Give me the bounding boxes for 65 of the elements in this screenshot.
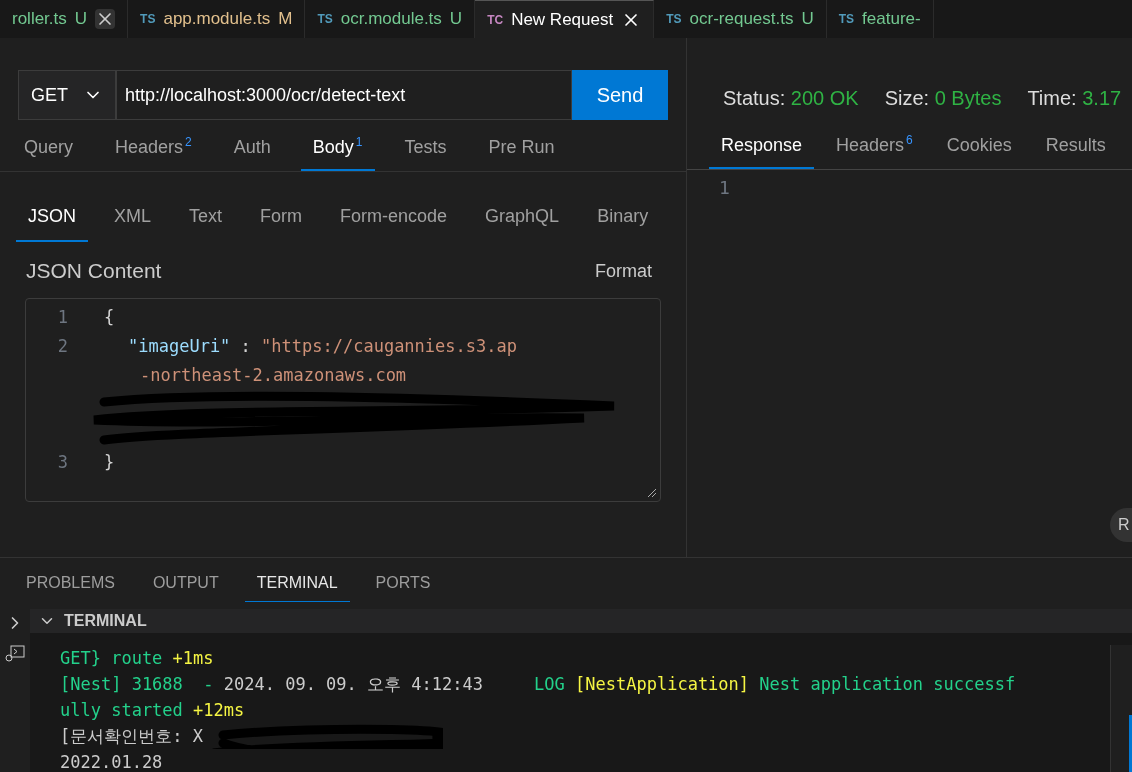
panel-tab[interactable]: OUTPUT: [140, 565, 231, 602]
line-number: 1: [718, 176, 731, 200]
line-number: 1: [56, 306, 68, 329]
file-type-icon: TC: [487, 11, 504, 28]
tab-label: feature-: [862, 8, 921, 31]
tab[interactable]: Auth: [221, 126, 283, 171]
file-type-icon: TS: [838, 11, 855, 27]
tab[interactable]: Binary: [585, 192, 661, 242]
size-text: Size: 0 Bytes: [884, 86, 1002, 111]
tab-label: ocr.module.ts: [340, 8, 442, 31]
tab[interactable]: JSON: [16, 192, 88, 242]
tab-label: roller.ts: [12, 8, 67, 31]
editor-tab[interactable]: TC New Request: [475, 0, 655, 38]
terminal-icon[interactable]: [5, 645, 25, 663]
method-select[interactable]: GET: [18, 70, 116, 120]
scrollbar[interactable]: [1110, 645, 1132, 772]
tab[interactable]: Results: [1033, 124, 1118, 169]
tab[interactable]: Headers$^{2}$: [103, 126, 204, 171]
panel-tab[interactable]: PROBLEMS: [14, 565, 127, 602]
tab[interactable]: Form-encode: [328, 192, 460, 242]
terminal-line: 2022.01.28: [60, 751, 163, 772]
code-brace: {: [104, 306, 115, 329]
url-field[interactable]: http://localhost:3000/ocr/detect-text: [116, 70, 572, 120]
close-icon[interactable]: [95, 9, 116, 29]
file-type-icon: TS: [140, 11, 156, 27]
file-type-icon: TS: [666, 11, 682, 27]
tab[interactable]: Form: [248, 192, 315, 242]
code-line: -northeast-2.amazonaws.com: [139, 364, 408, 387]
file-type-icon: TS: [317, 11, 333, 27]
panel-tab[interactable]: PORTS: [363, 565, 443, 602]
send-button[interactable]: Send: [572, 70, 668, 120]
tab-label: ocr-request.ts: [689, 8, 794, 31]
tab[interactable]: Body$^{1}$: [300, 126, 375, 171]
tab[interactable]: Response: [709, 124, 815, 169]
git-status-label: U: [449, 8, 463, 31]
git-status-label: M: [278, 8, 293, 31]
tab-label: app.module.ts: [163, 8, 271, 31]
tab[interactable]: Tests: [392, 126, 459, 171]
tab[interactable]: Text: [177, 192, 235, 242]
tab[interactable]: Pre Run: [476, 126, 567, 171]
tab[interactable]: XML: [102, 192, 164, 242]
line-number: 3: [56, 451, 68, 474]
tab[interactable]: Query: [12, 126, 86, 171]
terminal-line: [Nest] 31688 - 2024. 09. 09. 오후 4:12:43 LOG [NestApplication] Nest application successf: [60, 673, 1016, 696]
git-status-label: U: [74, 8, 88, 31]
tab[interactable]: Headers$^{6}$: [824, 124, 925, 169]
git-status-label: U: [801, 8, 814, 31]
format-button[interactable]: Format: [595, 257, 660, 285]
terminal-line: ully started +12ms: [60, 699, 245, 722]
terminal-header[interactable]: TERMINAL: [30, 609, 1132, 633]
resize-grip-icon[interactable]: [648, 489, 656, 497]
code-brace: }: [104, 451, 115, 474]
tab[interactable]: GraphQL: [473, 192, 572, 242]
tab[interactable]: Cookies: [934, 124, 1024, 169]
code-line: "imageUri" : "https://caugannies.s3.ap: [127, 335, 518, 358]
panel-tab[interactable]: TERMINAL: [244, 565, 350, 602]
status-text: Status: 200 OK: [723, 86, 859, 111]
terminal-line: [문서확인번호: X: [60, 725, 203, 748]
tab-label: New Request: [511, 8, 614, 31]
section-title: JSON Content: [26, 258, 162, 285]
code-editor[interactable]: 1 { 2 "imageUri" : "https://caugannies.s3.ap -northeast-2.amazonaws.com 3 }: [25, 298, 661, 502]
round-button[interactable]: R: [1110, 508, 1132, 542]
terminal-line: GET} route +1ms: [60, 647, 214, 670]
time-text: Time: 3.17: [1027, 86, 1122, 111]
line-number: 2: [56, 335, 68, 358]
